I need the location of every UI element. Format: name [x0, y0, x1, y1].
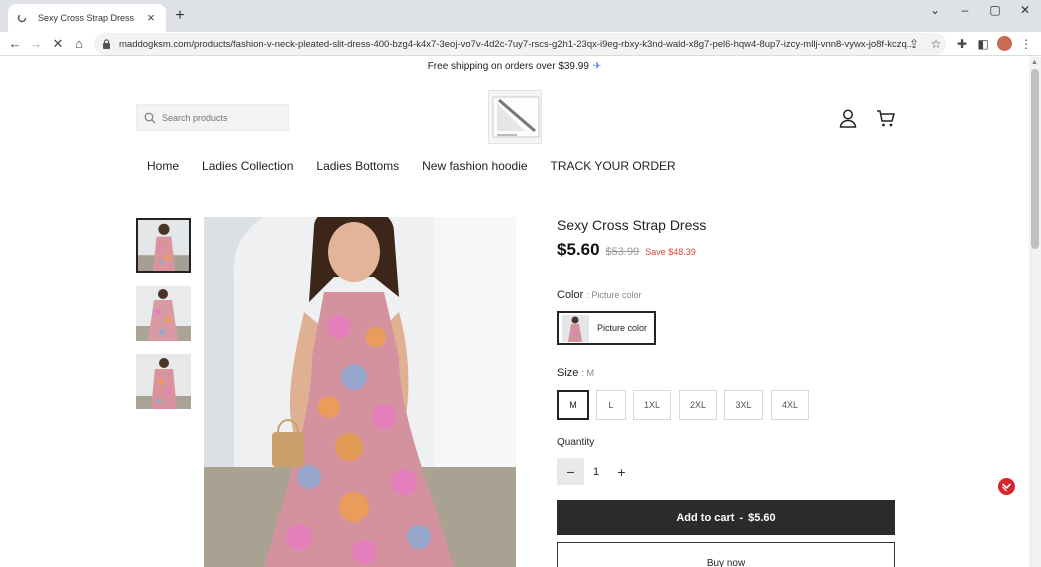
nav-item-ladies-collection[interactable]: Ladies Collection — [202, 159, 293, 173]
lock-icon — [103, 39, 110, 49]
product-title: Sexy Cross Strap Dress — [557, 217, 707, 233]
product-thumbnail[interactable] — [136, 218, 191, 273]
account-icon[interactable] — [838, 108, 858, 128]
announcement-bar: Free shipping on orders over $39.99 ✈ — [0, 61, 1029, 72]
search-box[interactable] — [136, 104, 289, 131]
size-selected-value: M — [586, 368, 595, 378]
chat-widget-icon[interactable] — [998, 478, 1015, 495]
bookmark-star-icon[interactable]: ☆ — [928, 36, 944, 52]
page-scrollbar[interactable]: ▲ — [1029, 57, 1041, 567]
new-tab-icon[interactable]: + — [172, 8, 188, 24]
product-photo — [204, 217, 516, 567]
browser-tab-bar: Sexy Cross Strap Dress × + ⌄ – ▢ ✕ — [0, 0, 1041, 32]
add-to-cart-price: $5.60 — [748, 511, 776, 524]
size-option-3xl[interactable]: 3XL — [724, 390, 763, 420]
color-option-label: Picture color — [597, 323, 648, 333]
profile-avatar[interactable] — [997, 36, 1012, 51]
add-to-cart-button[interactable]: Add to cart - $5.60 — [557, 500, 895, 535]
scroll-up-arrow-icon[interactable]: ▲ — [1031, 59, 1038, 66]
back-icon[interactable]: ← — [7, 36, 23, 52]
color-selected-value: Picture color — [591, 290, 642, 300]
window-close-icon[interactable]: ✕ — [1015, 3, 1035, 17]
minimize-icon[interactable]: – — [955, 3, 975, 17]
add-to-cart-label: Add to cart — [676, 511, 735, 524]
browser-menu-icon[interactable]: ⋮ — [1018, 36, 1034, 52]
forward-icon[interactable]: → — [28, 36, 44, 52]
save-badge: Save $48.39 — [645, 247, 696, 257]
stop-loading-icon[interactable]: ✕ — [50, 36, 66, 52]
announcement-text: Free shipping on orders over $39.99 — [427, 61, 589, 72]
search-input[interactable] — [162, 112, 282, 123]
sale-price: $5.60 — [557, 240, 600, 259]
tab-title: Sexy Cross Strap Dress — [38, 13, 135, 23]
size-option-l[interactable]: L — [596, 390, 626, 420]
browser-toolbar: ← → ✕ ⌂ maddogksm.com/products/fashion-v… — [0, 32, 1041, 56]
nav-item-track-your-order[interactable]: TRACK YOUR ORDER — [551, 159, 676, 173]
compare-price: $53.99 — [605, 246, 640, 258]
size-option-1xl[interactable]: 1XL — [633, 390, 671, 420]
nav-item-home[interactable]: Home — [147, 159, 179, 173]
quantity-value[interactable]: 1 — [584, 466, 608, 478]
nav-item-new-fashion-hoodie[interactable]: New fashion hoodie — [422, 159, 527, 173]
size-separator: : — [581, 368, 584, 378]
store-page: Free shipping on orders over $39.99✈ Hom… — [0, 57, 1029, 567]
nav-item-ladies-bottoms[interactable]: Ladies Bottoms — [316, 159, 399, 173]
color-label-text: Color — [557, 289, 584, 301]
quantity-increase-button[interactable]: + — [608, 458, 635, 485]
size-option-4xl[interactable]: 4XL — [771, 390, 809, 420]
color-option[interactable]: Picture color — [557, 311, 656, 345]
store-logo[interactable] — [488, 90, 542, 144]
home-icon[interactable]: ⌂ — [71, 36, 87, 52]
color-swatch-image — [562, 314, 589, 342]
quantity-stepper: − 1 + — [557, 458, 635, 485]
share-icon[interactable]: ⇪ — [906, 36, 922, 52]
main-navigation: Home Ladies Collection Ladies Bottoms Ne… — [147, 159, 676, 173]
buy-now-button[interactable]: Buy now — [557, 542, 895, 567]
loading-favicon-icon — [16, 12, 28, 24]
thumbnail-image — [136, 354, 191, 409]
url-text: maddogksm.com/products/fashion-v-neck-pl… — [119, 38, 915, 50]
price-row: $5.60 $53.99 Save $48.39 — [557, 240, 696, 260]
product-main-image[interactable] — [204, 217, 516, 567]
address-bar[interactable]: maddogksm.com/products/fashion-v-neck-pl… — [94, 33, 946, 55]
product-thumbnail[interactable] — [136, 286, 191, 341]
size-option-2xl[interactable]: 2XL — [679, 390, 717, 420]
color-separator: : — [586, 290, 589, 300]
tab-close-icon[interactable]: × — [144, 11, 158, 25]
add-to-cart-separator: - — [739, 511, 744, 524]
color-label: Color : Picture color — [557, 289, 641, 301]
scrollbar-thumb[interactable] — [1031, 69, 1039, 249]
side-panel-icon[interactable]: ◧ — [975, 36, 991, 52]
extensions-icon[interactable]: ✚ — [954, 36, 970, 52]
browser-tab[interactable]: Sexy Cross Strap Dress × — [8, 4, 166, 32]
buy-now-label: Buy now — [706, 558, 746, 567]
size-label: Size : M — [557, 367, 594, 379]
size-option-m[interactable]: M — [557, 390, 589, 420]
size-label-text: Size — [557, 367, 579, 379]
thumbnail-image — [136, 286, 191, 341]
product-thumbnail[interactable] — [136, 354, 191, 409]
maximize-icon[interactable]: ▢ — [985, 3, 1005, 17]
search-icon — [144, 112, 156, 123]
quantity-decrease-button[interactable]: − — [557, 458, 584, 485]
logo-image — [492, 96, 540, 138]
quantity-label: Quantity — [557, 437, 595, 448]
thumbnail-image — [138, 220, 189, 271]
tab-search-icon[interactable]: ⌄ — [925, 3, 945, 17]
airplane-icon: ✈ — [592, 61, 602, 72]
cart-icon[interactable] — [876, 108, 896, 128]
